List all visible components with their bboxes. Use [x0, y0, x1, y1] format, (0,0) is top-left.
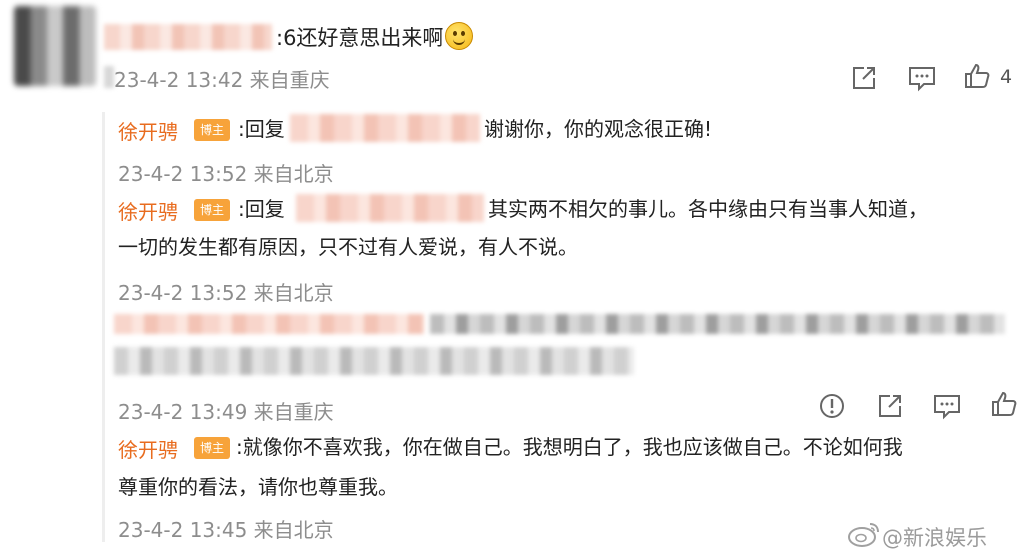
reply-meta: 23-4-2 13:45 来自北京	[118, 518, 334, 542]
comment-text-content: :6还好意思出来啊	[276, 26, 444, 50]
blurred-text-line2	[114, 347, 634, 375]
meta-blur	[104, 66, 114, 88]
comment-icon[interactable]	[907, 64, 937, 92]
reply-author[interactable]: 徐开骋	[118, 434, 178, 463]
reply-author[interactable]: 徐开骋	[118, 196, 178, 225]
blogger-badge: 博主	[194, 199, 230, 221]
reply-author[interactable]: 徐开骋	[118, 116, 178, 145]
username-blurred[interactable]	[104, 24, 272, 50]
blogger-badge: 博主	[194, 437, 230, 459]
mention-blurred[interactable]	[296, 194, 484, 222]
reply-text: 谢谢你，你的观念很正确!	[484, 117, 713, 141]
reply-meta: 23-4-2 13:52 来自北京	[118, 281, 334, 305]
reply-prefix: :回复	[238, 197, 285, 221]
share-icon[interactable]	[850, 64, 878, 92]
smile-emoji-icon	[445, 22, 474, 50]
blurred-author[interactable]	[114, 314, 424, 334]
mention-blurred[interactable]	[290, 114, 480, 142]
thread-line	[102, 112, 105, 542]
share-icon[interactable]	[876, 392, 904, 420]
comment-icon[interactable]	[932, 392, 962, 420]
reply-text-line1: 其实两不相欠的事儿。各中缘由只有当事人知道，	[488, 197, 928, 221]
blurred-text-line1	[430, 314, 1005, 334]
report-icon[interactable]	[818, 392, 846, 420]
reply-text-line2: 一切的发生都有原因，只不过有人爱说，有人不说。	[118, 235, 578, 259]
comment-meta: 23-4-2 13:42 来自重庆	[114, 68, 330, 92]
blogger-badge: 博主	[194, 119, 230, 141]
watermark-text: @新浪娱乐	[882, 526, 987, 550]
like-icon[interactable]	[990, 390, 1018, 418]
like-count: 4	[1000, 66, 1013, 88]
reply-meta: 23-4-2 13:52 来自北京	[118, 162, 334, 186]
weibo-logo-icon	[846, 518, 882, 548]
reply-text-line1: :就像你不喜欢我，你在做自己。我想明白了，我也应该做自己。不论如何我	[236, 435, 903, 459]
reply-prefix: :回复	[238, 117, 285, 141]
avatar[interactable]	[14, 6, 96, 86]
reply-meta: 23-4-2 13:49 来自重庆	[118, 400, 334, 424]
like-icon[interactable]	[963, 62, 991, 90]
comment-text: :6还好意思出来啊	[276, 22, 474, 53]
reply-text-line2: 尊重你的看法，请你也尊重我。	[118, 475, 398, 499]
